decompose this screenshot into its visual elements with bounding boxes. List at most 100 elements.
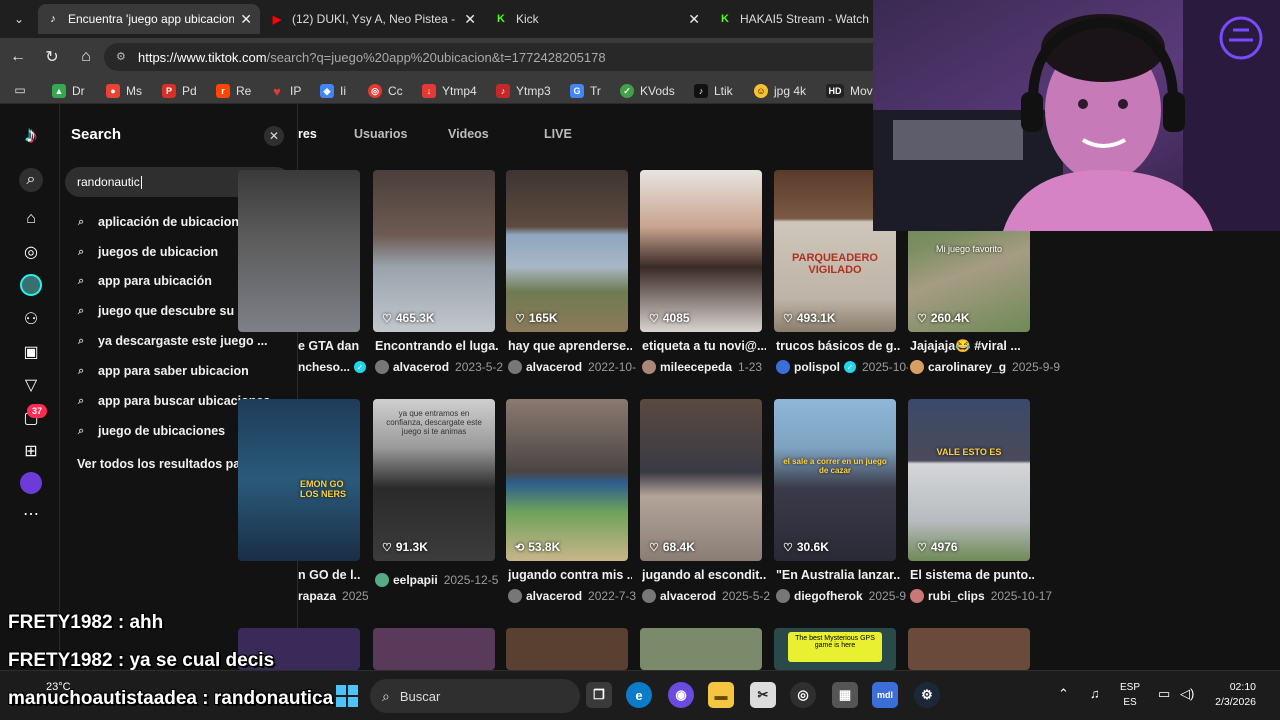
following-avatar-icon[interactable] <box>20 274 42 296</box>
suggestion-item[interactable]: ⌕ aplicación de ubicacion <box>78 212 239 232</box>
tray-chevron-up-icon[interactable]: ⌃ <box>1058 686 1069 702</box>
suggestion-item[interactable]: ⌕ app para saber ubicacion <box>78 361 249 381</box>
more-icon[interactable]: ⋯ <box>20 503 42 525</box>
video-author[interactable]: carolinarey_g <box>928 360 1006 374</box>
network-icon[interactable]: ▭ <box>1158 686 1170 702</box>
tab-videos[interactable]: Videos <box>448 127 489 141</box>
profile-avatar-icon[interactable] <box>20 472 42 494</box>
video-thumbnail[interactable] <box>373 628 495 670</box>
bookmark-tr[interactable]: G Tr <box>570 82 601 100</box>
bookmark-ytmp4[interactable]: ↓ Ytmp4 <box>422 82 477 100</box>
friends-icon[interactable]: ⚇ <box>20 308 42 330</box>
site-info-icon[interactable]: ⚙ <box>116 50 130 64</box>
video-description[interactable]: jugando contra mis ... <box>508 568 632 582</box>
bookmark-dr[interactable]: ▲ Dr <box>52 82 85 100</box>
bookmark-cc[interactable]: ◎ Cc <box>368 82 403 100</box>
home-icon[interactable]: ⌂ <box>20 208 42 230</box>
video-description[interactable]: hay que aprenderse... <box>508 339 632 353</box>
obs-icon[interactable]: ◎ <box>790 682 816 708</box>
back-arrow-icon[interactable]: ← <box>8 47 28 67</box>
video-description[interactable]: Jajajaja😂 #viral ... <box>910 339 1034 354</box>
video-author[interactable]: mileecepeda <box>660 360 732 374</box>
video-thumbnail[interactable] <box>373 170 495 332</box>
discord-icon[interactable]: ◉ <box>668 682 694 708</box>
tab-kick[interactable]: K Kick ✕ <box>486 4 708 34</box>
live-tv-icon[interactable]: ▣ <box>20 341 42 363</box>
bookmark-ip[interactable]: ♥ IP <box>270 82 301 100</box>
close-tab-icon[interactable]: ✕ <box>240 11 252 28</box>
file-explorer-icon[interactable]: ▬ <box>708 682 734 708</box>
bookmark-pd[interactable]: P Pd <box>162 82 197 100</box>
video-author[interactable]: rubi_clips <box>928 589 985 603</box>
video-thumbnail[interactable] <box>506 399 628 561</box>
bookmark-ii[interactable]: ◆ Ii <box>320 82 346 100</box>
messages-icon[interactable]: ▽ <box>20 374 42 396</box>
video-thumbnail[interactable] <box>238 170 360 332</box>
video-author[interactable]: alvacerod <box>660 589 716 603</box>
tab-search-chevron-icon[interactable]: ⌄ <box>8 9 30 29</box>
close-tab-icon[interactable]: ✕ <box>464 11 476 28</box>
video-description[interactable]: El sistema de punto... <box>910 568 1034 582</box>
system-clock[interactable]: 02:10 2/3/2026 <box>1210 680 1256 710</box>
video-thumbnail[interactable] <box>908 399 1030 561</box>
suggestion-item[interactable]: ⌕ ya descargaste este juego ... <box>78 331 268 351</box>
video-description[interactable]: "En Australia lanzar... <box>776 568 900 582</box>
video-description[interactable]: n GO de l... <box>298 568 360 582</box>
taskbar-search[interactable]: ⌕ Buscar <box>370 679 580 713</box>
tab-top-results[interactable]: res <box>298 127 317 141</box>
video-author[interactable]: ncheso... <box>298 360 350 374</box>
video-author[interactable]: rapaza <box>298 589 336 603</box>
video-author[interactable]: polispol <box>794 360 840 374</box>
video-description[interactable]: Encontrando el luga... <box>375 339 499 353</box>
tab-tiktok[interactable]: ♪ Encuentra 'juego app ubicacion' en ✕ <box>38 4 260 34</box>
tab-live[interactable]: LIVE <box>544 127 572 141</box>
video-author[interactable]: alvacerod <box>393 360 449 374</box>
video-author[interactable]: diegofherok <box>794 589 863 603</box>
video-description[interactable]: trucos básicos de g... <box>776 339 900 353</box>
video-thumbnail[interactable] <box>640 170 762 332</box>
video-description[interactable]: e GTA dan... <box>298 339 360 353</box>
bookmark-ltik[interactable]: ♪ Ltik <box>694 82 733 100</box>
tiktok-logo-icon[interactable]: ♪ <box>20 122 42 147</box>
address-bar[interactable]: ⚙ https://www.tiktok.com/search?q=juego%… <box>104 43 1004 71</box>
reload-icon[interactable]: ↻ <box>42 47 62 67</box>
edge-icon[interactable]: e <box>626 682 652 708</box>
language-indicator[interactable]: ESP ES <box>1120 680 1140 710</box>
capcut-icon[interactable]: ✂ <box>750 682 776 708</box>
bookmark-ytmp3[interactable]: ♪ Ytmp3 <box>496 82 551 100</box>
bookmark-jpg4k[interactable]: ☺ jpg 4k <box>754 82 806 100</box>
video-thumbnail[interactable] <box>774 399 896 561</box>
bookmark-re[interactable]: r Re <box>216 82 251 100</box>
app-icon[interactable]: mdl <box>872 682 898 708</box>
suggestion-item[interactable]: ⌕ app para ubicación <box>78 271 212 291</box>
video-thumbnail[interactable] <box>908 628 1030 670</box>
video-author[interactable]: alvacerod <box>526 589 582 603</box>
suggestion-item[interactable]: ⌕ juego de ubicaciones <box>78 421 225 441</box>
explore-compass-icon[interactable]: ◎ <box>20 241 42 263</box>
volume-icon[interactable]: ◁) <box>1180 686 1194 702</box>
tab-users[interactable]: Usuarios <box>354 127 408 141</box>
search-icon[interactable]: ⌕ <box>19 168 43 192</box>
video-thumbnail[interactable] <box>640 628 762 670</box>
tab-youtube[interactable]: ▶ (12) DUKI, Ysy A, Neo Pistea - QUÉ ✕ <box>262 4 484 34</box>
video-description[interactable]: etiqueta a tu novi@... <box>642 339 766 353</box>
app-icon[interactable]: ▦ <box>832 682 858 708</box>
video-description[interactable]: jugando al escondit... <box>642 568 766 582</box>
video-thumbnail[interactable] <box>506 170 628 332</box>
task-view-icon[interactable]: ❐ <box>586 682 612 708</box>
steam-icon[interactable]: ⚙ <box>914 682 940 708</box>
close-icon[interactable]: ✕ <box>264 126 284 146</box>
close-tab-icon[interactable]: ✕ <box>688 11 700 28</box>
video-thumbnail[interactable]: The best Mysterious GPS game is here <box>774 628 896 670</box>
upload-icon[interactable]: ⊞ <box>20 440 42 462</box>
bookmark-kvods[interactable]: ✓ KVods <box>620 82 675 100</box>
tab-hakai5[interactable]: K HAKAI5 Stream - Watch Liv <box>710 4 880 34</box>
video-thumbnail[interactable] <box>506 628 628 670</box>
video-thumbnail[interactable] <box>640 399 762 561</box>
video-author[interactable]: eelpapii <box>393 573 438 587</box>
microphone-icon[interactable]: ♫ <box>1090 686 1100 701</box>
tab-groups-icon[interactable]: ▭ <box>10 80 30 100</box>
bookmark-ms[interactable]: ● Ms <box>106 82 142 100</box>
windows-start-icon[interactable] <box>336 685 358 707</box>
suggestion-item[interactable]: ⌕ juegos de ubicacion <box>78 242 218 262</box>
